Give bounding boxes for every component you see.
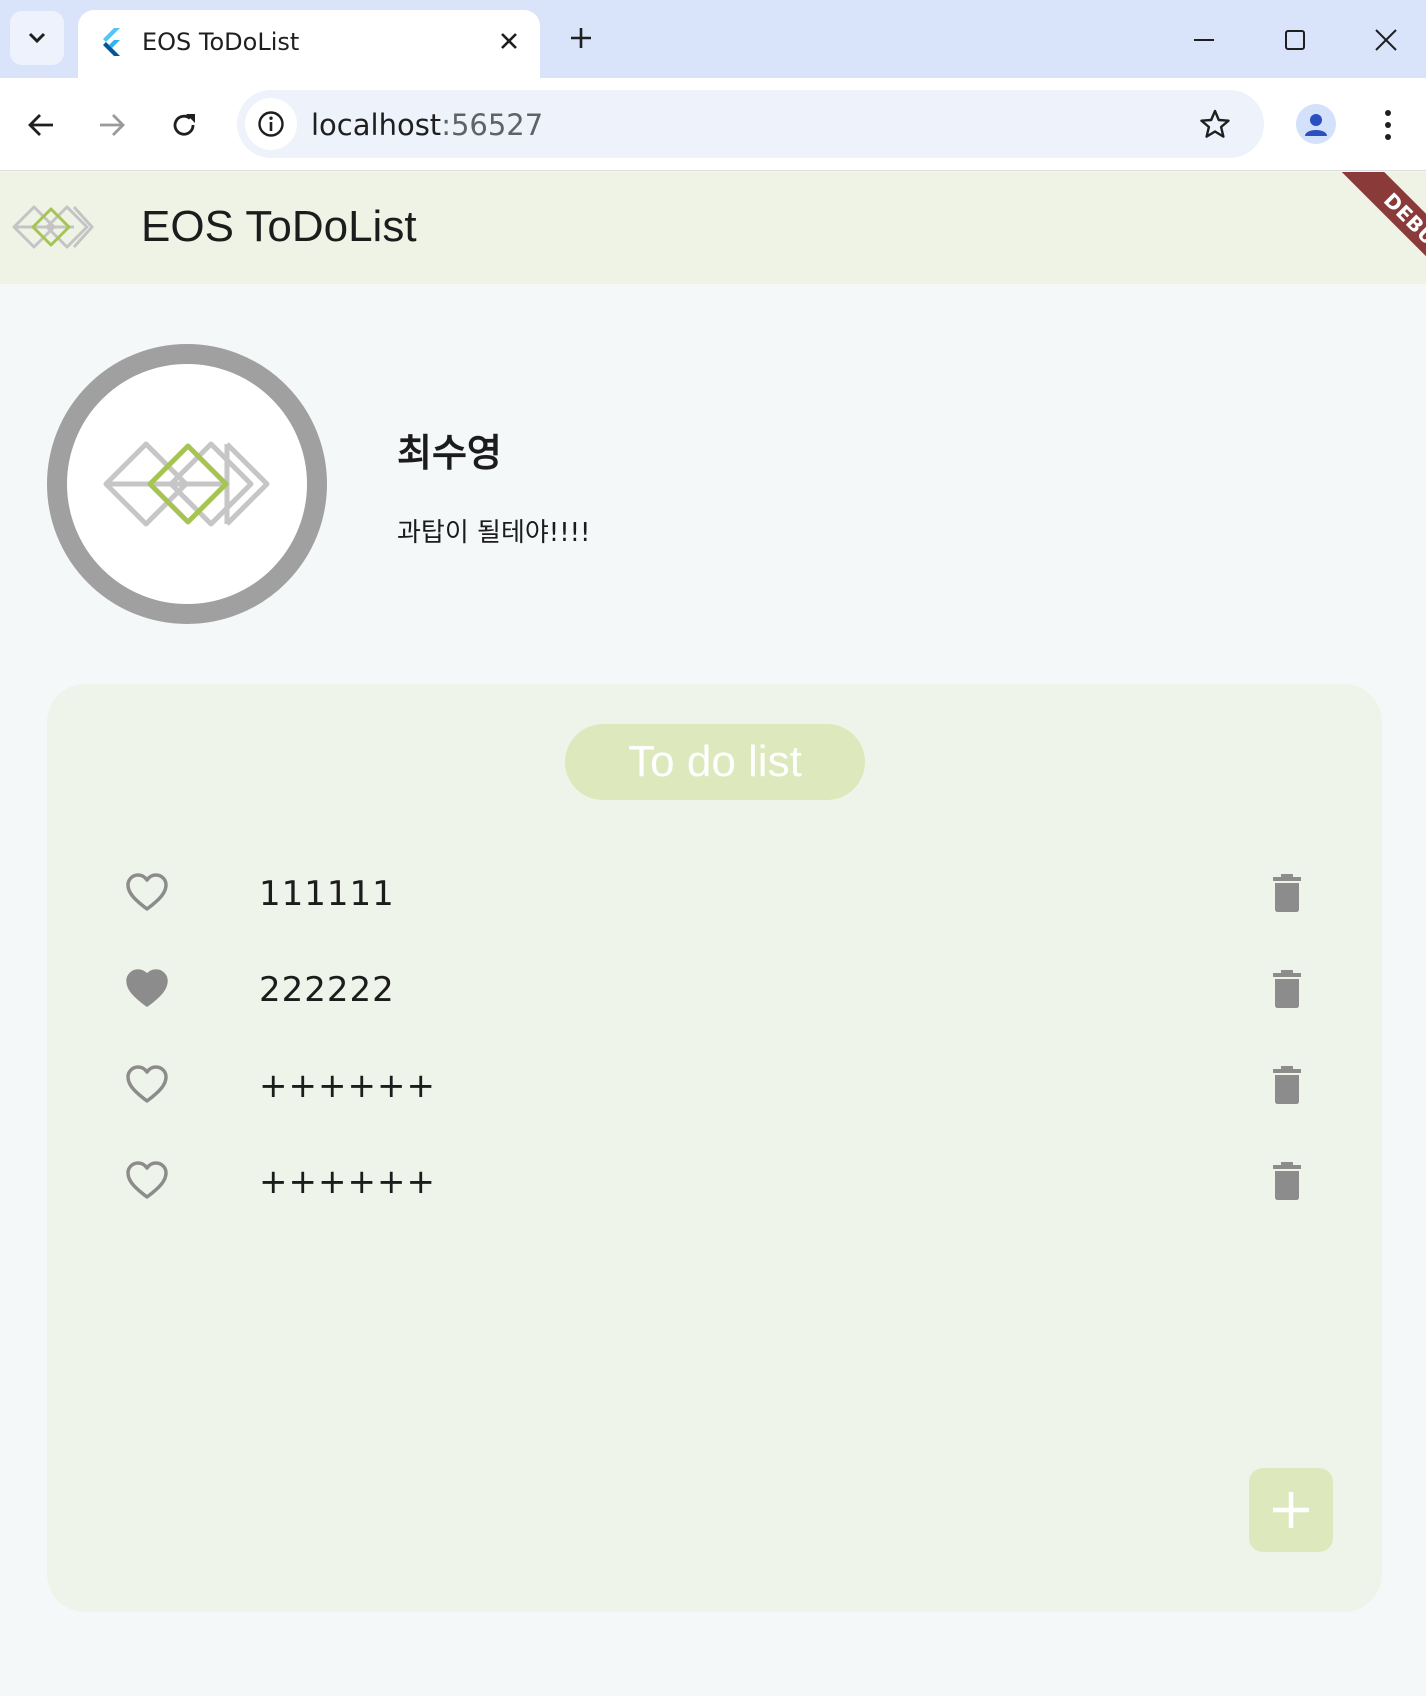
todo-item-text: 111111 xyxy=(259,874,395,914)
delete-button[interactable] xyxy=(1262,1156,1312,1206)
profile-name: 최수영 xyxy=(397,431,502,475)
delete-button[interactable] xyxy=(1262,964,1312,1014)
maximize-icon xyxy=(1285,30,1305,50)
minimize-icon xyxy=(1194,39,1214,41)
info-icon xyxy=(258,111,284,137)
close-icon xyxy=(1375,29,1397,51)
address-bar[interactable]: localhost:56527 xyxy=(237,90,1264,158)
flutter-icon xyxy=(103,28,120,56)
site-info-button[interactable] xyxy=(245,98,297,150)
minimize-button[interactable] xyxy=(1184,20,1224,60)
tab-close-button[interactable] xyxy=(494,26,524,56)
todo-header: To do list xyxy=(565,724,865,800)
heart-outline-icon xyxy=(126,873,168,911)
delete-button[interactable] xyxy=(1262,868,1312,918)
reload-icon xyxy=(173,114,195,136)
todo-item: ++++++ xyxy=(122,1050,1302,1120)
favorite-toggle[interactable] xyxy=(122,1060,172,1110)
todo-header-text: To do list xyxy=(628,737,802,786)
kebab-menu-icon xyxy=(1385,110,1391,140)
favorite-toggle[interactable] xyxy=(122,964,172,1014)
app-title: EOS ToDoList xyxy=(141,202,417,251)
trash-icon xyxy=(1273,874,1301,912)
trash-icon xyxy=(1273,1162,1301,1200)
debug-banner: DEBUG xyxy=(1286,172,1426,312)
todo-item: ++++++ xyxy=(122,1146,1302,1216)
close-icon xyxy=(501,33,517,49)
eos-logo-icon xyxy=(12,205,94,249)
browser-tab-strip: EOS ToDoList xyxy=(0,0,1426,78)
heart-filled-icon xyxy=(126,969,168,1007)
close-window-button[interactable] xyxy=(1366,20,1406,60)
chevron-down-icon xyxy=(28,32,46,44)
forward-arrow-icon xyxy=(100,114,125,136)
new-tab-button[interactable] xyxy=(563,20,599,56)
star-icon xyxy=(1200,109,1230,138)
url-text[interactable]: localhost:56527 xyxy=(311,108,543,142)
plus-icon xyxy=(571,28,591,48)
tab-list-button[interactable] xyxy=(10,11,64,65)
delete-button[interactable] xyxy=(1262,1060,1312,1110)
forward-button[interactable] xyxy=(89,102,135,148)
todo-item: 222222 xyxy=(122,954,1302,1024)
debug-label: DEBUG xyxy=(1327,172,1426,312)
person-icon xyxy=(1305,114,1327,136)
back-arrow-icon xyxy=(28,114,53,136)
profile-button[interactable] xyxy=(1296,104,1336,144)
todo-item: 111111 xyxy=(122,858,1302,928)
heart-outline-icon xyxy=(126,1065,168,1103)
browser-menu-button[interactable] xyxy=(1370,102,1406,148)
plus-icon xyxy=(1273,1492,1309,1528)
add-todo-button[interactable] xyxy=(1249,1468,1333,1552)
app-bar: EOS ToDoList xyxy=(0,172,1426,284)
trash-icon xyxy=(1273,1066,1301,1104)
url-host: localhost xyxy=(311,108,442,142)
heart-outline-icon xyxy=(126,1161,168,1199)
back-button[interactable] xyxy=(18,102,64,148)
reload-button[interactable] xyxy=(161,102,207,148)
avatar xyxy=(47,344,327,624)
browser-tab[interactable]: EOS ToDoList xyxy=(78,10,540,78)
eos-logo-icon xyxy=(103,441,270,527)
favorite-toggle[interactable] xyxy=(122,868,172,918)
bookmark-button[interactable] xyxy=(1195,104,1235,144)
maximize-button[interactable] xyxy=(1275,20,1315,60)
profile-status: 과탑이 될테야!!!! xyxy=(397,518,591,548)
url-port: :56527 xyxy=(441,108,544,142)
tab-title: EOS ToDoList xyxy=(142,28,300,56)
trash-icon xyxy=(1273,970,1301,1008)
browser-toolbar: localhost:56527 xyxy=(0,78,1426,171)
todo-card: To do list 111111 222222 ++++++ ++++++ xyxy=(47,684,1382,1612)
todo-item-text: ++++++ xyxy=(259,1066,436,1106)
todo-item-text: 222222 xyxy=(259,970,395,1010)
todo-item-text: ++++++ xyxy=(259,1162,436,1202)
favorite-toggle[interactable] xyxy=(122,1156,172,1206)
